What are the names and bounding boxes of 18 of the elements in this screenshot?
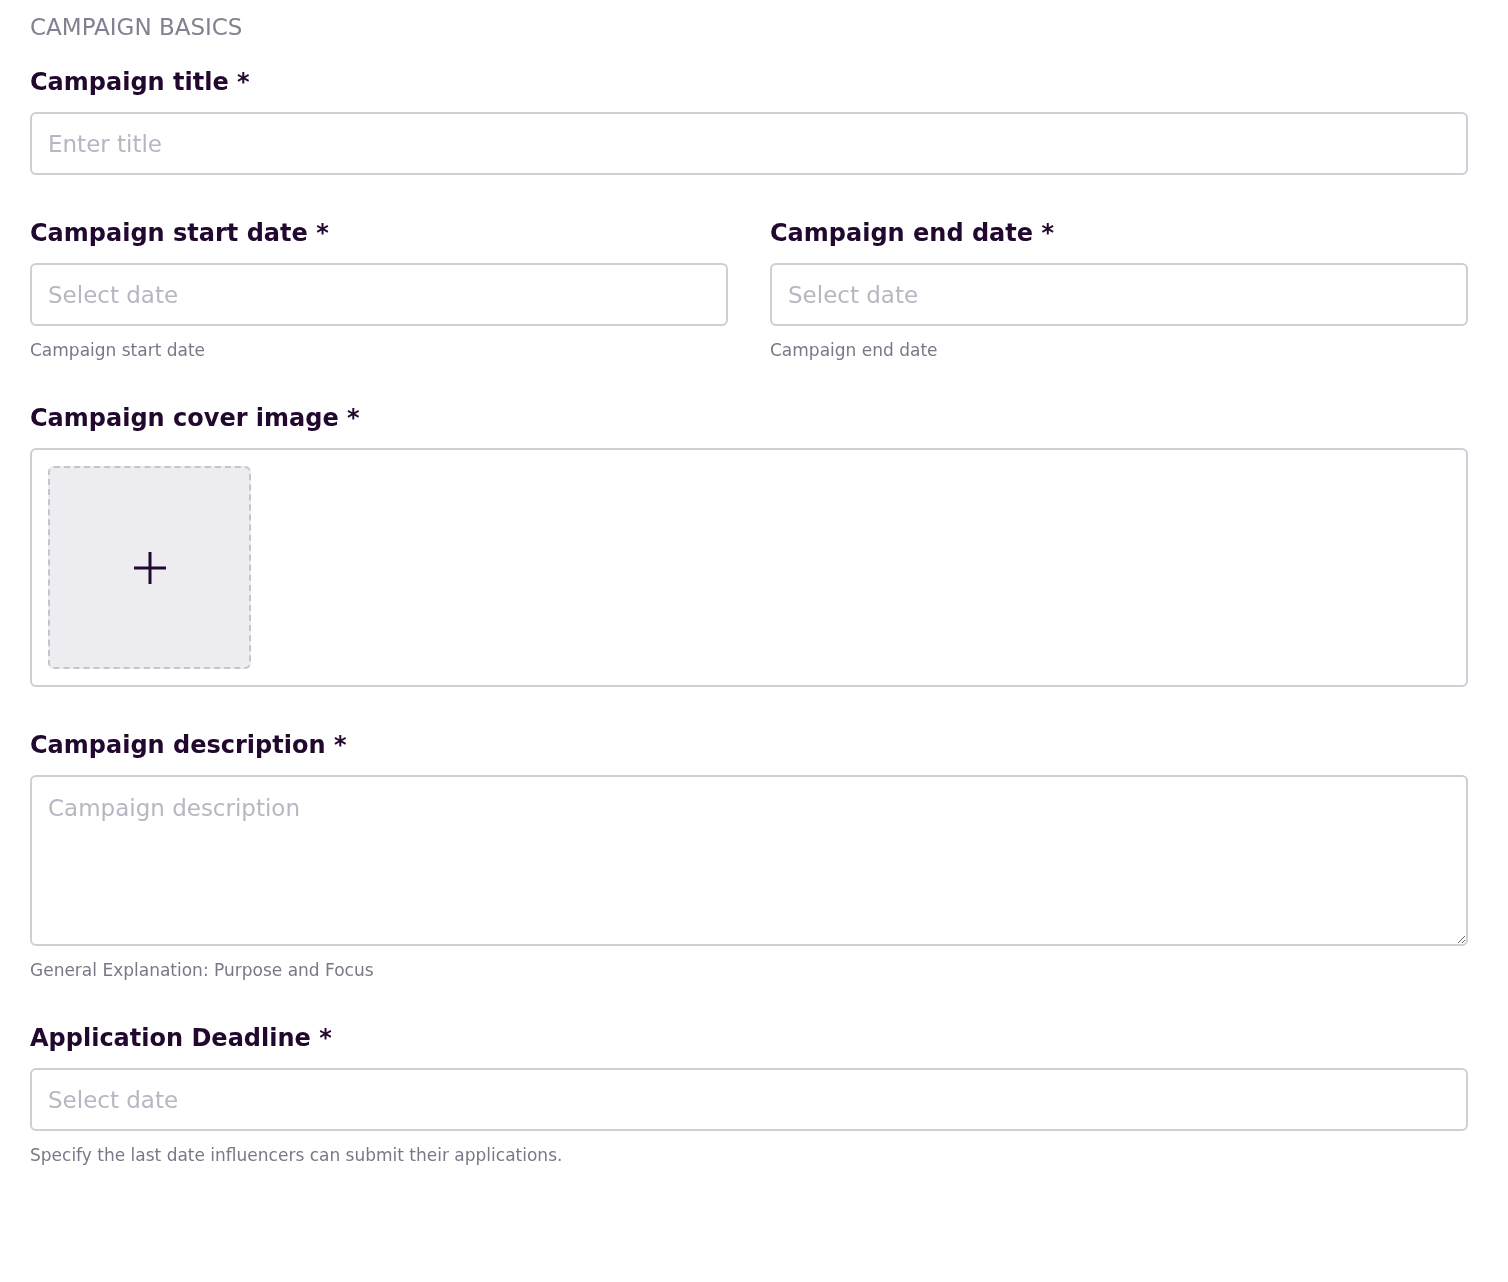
date-field[interactable]: Select date xyxy=(770,263,1468,326)
help-text: General Explanation: Purpose and Focus xyxy=(30,960,375,980)
add-image-button[interactable] xyxy=(48,466,251,669)
field-label: Campaign title * xyxy=(30,68,251,96)
plus-icon xyxy=(132,550,167,585)
text-area[interactable]: Campaign description xyxy=(30,775,1468,946)
input-field[interactable]: Enter title xyxy=(30,112,1468,175)
help-text: Campaign end date xyxy=(770,340,939,360)
help-text: Campaign start date xyxy=(30,340,207,360)
field-label: Campaign start date * xyxy=(30,219,330,247)
date-field[interactable]: Select date xyxy=(30,1068,1468,1131)
date-field[interactable]: Select date xyxy=(30,263,728,326)
field-label: Campaign description * xyxy=(30,731,348,759)
help-text: Specify the last date influencers can submit their applications. xyxy=(30,1145,564,1165)
field-label: Application Deadline * xyxy=(30,1024,333,1052)
field-label: Campaign cover image * xyxy=(30,404,361,432)
section-title: CAMPAIGN BASICS xyxy=(30,14,244,40)
field-label: Campaign end date * xyxy=(770,219,1055,247)
